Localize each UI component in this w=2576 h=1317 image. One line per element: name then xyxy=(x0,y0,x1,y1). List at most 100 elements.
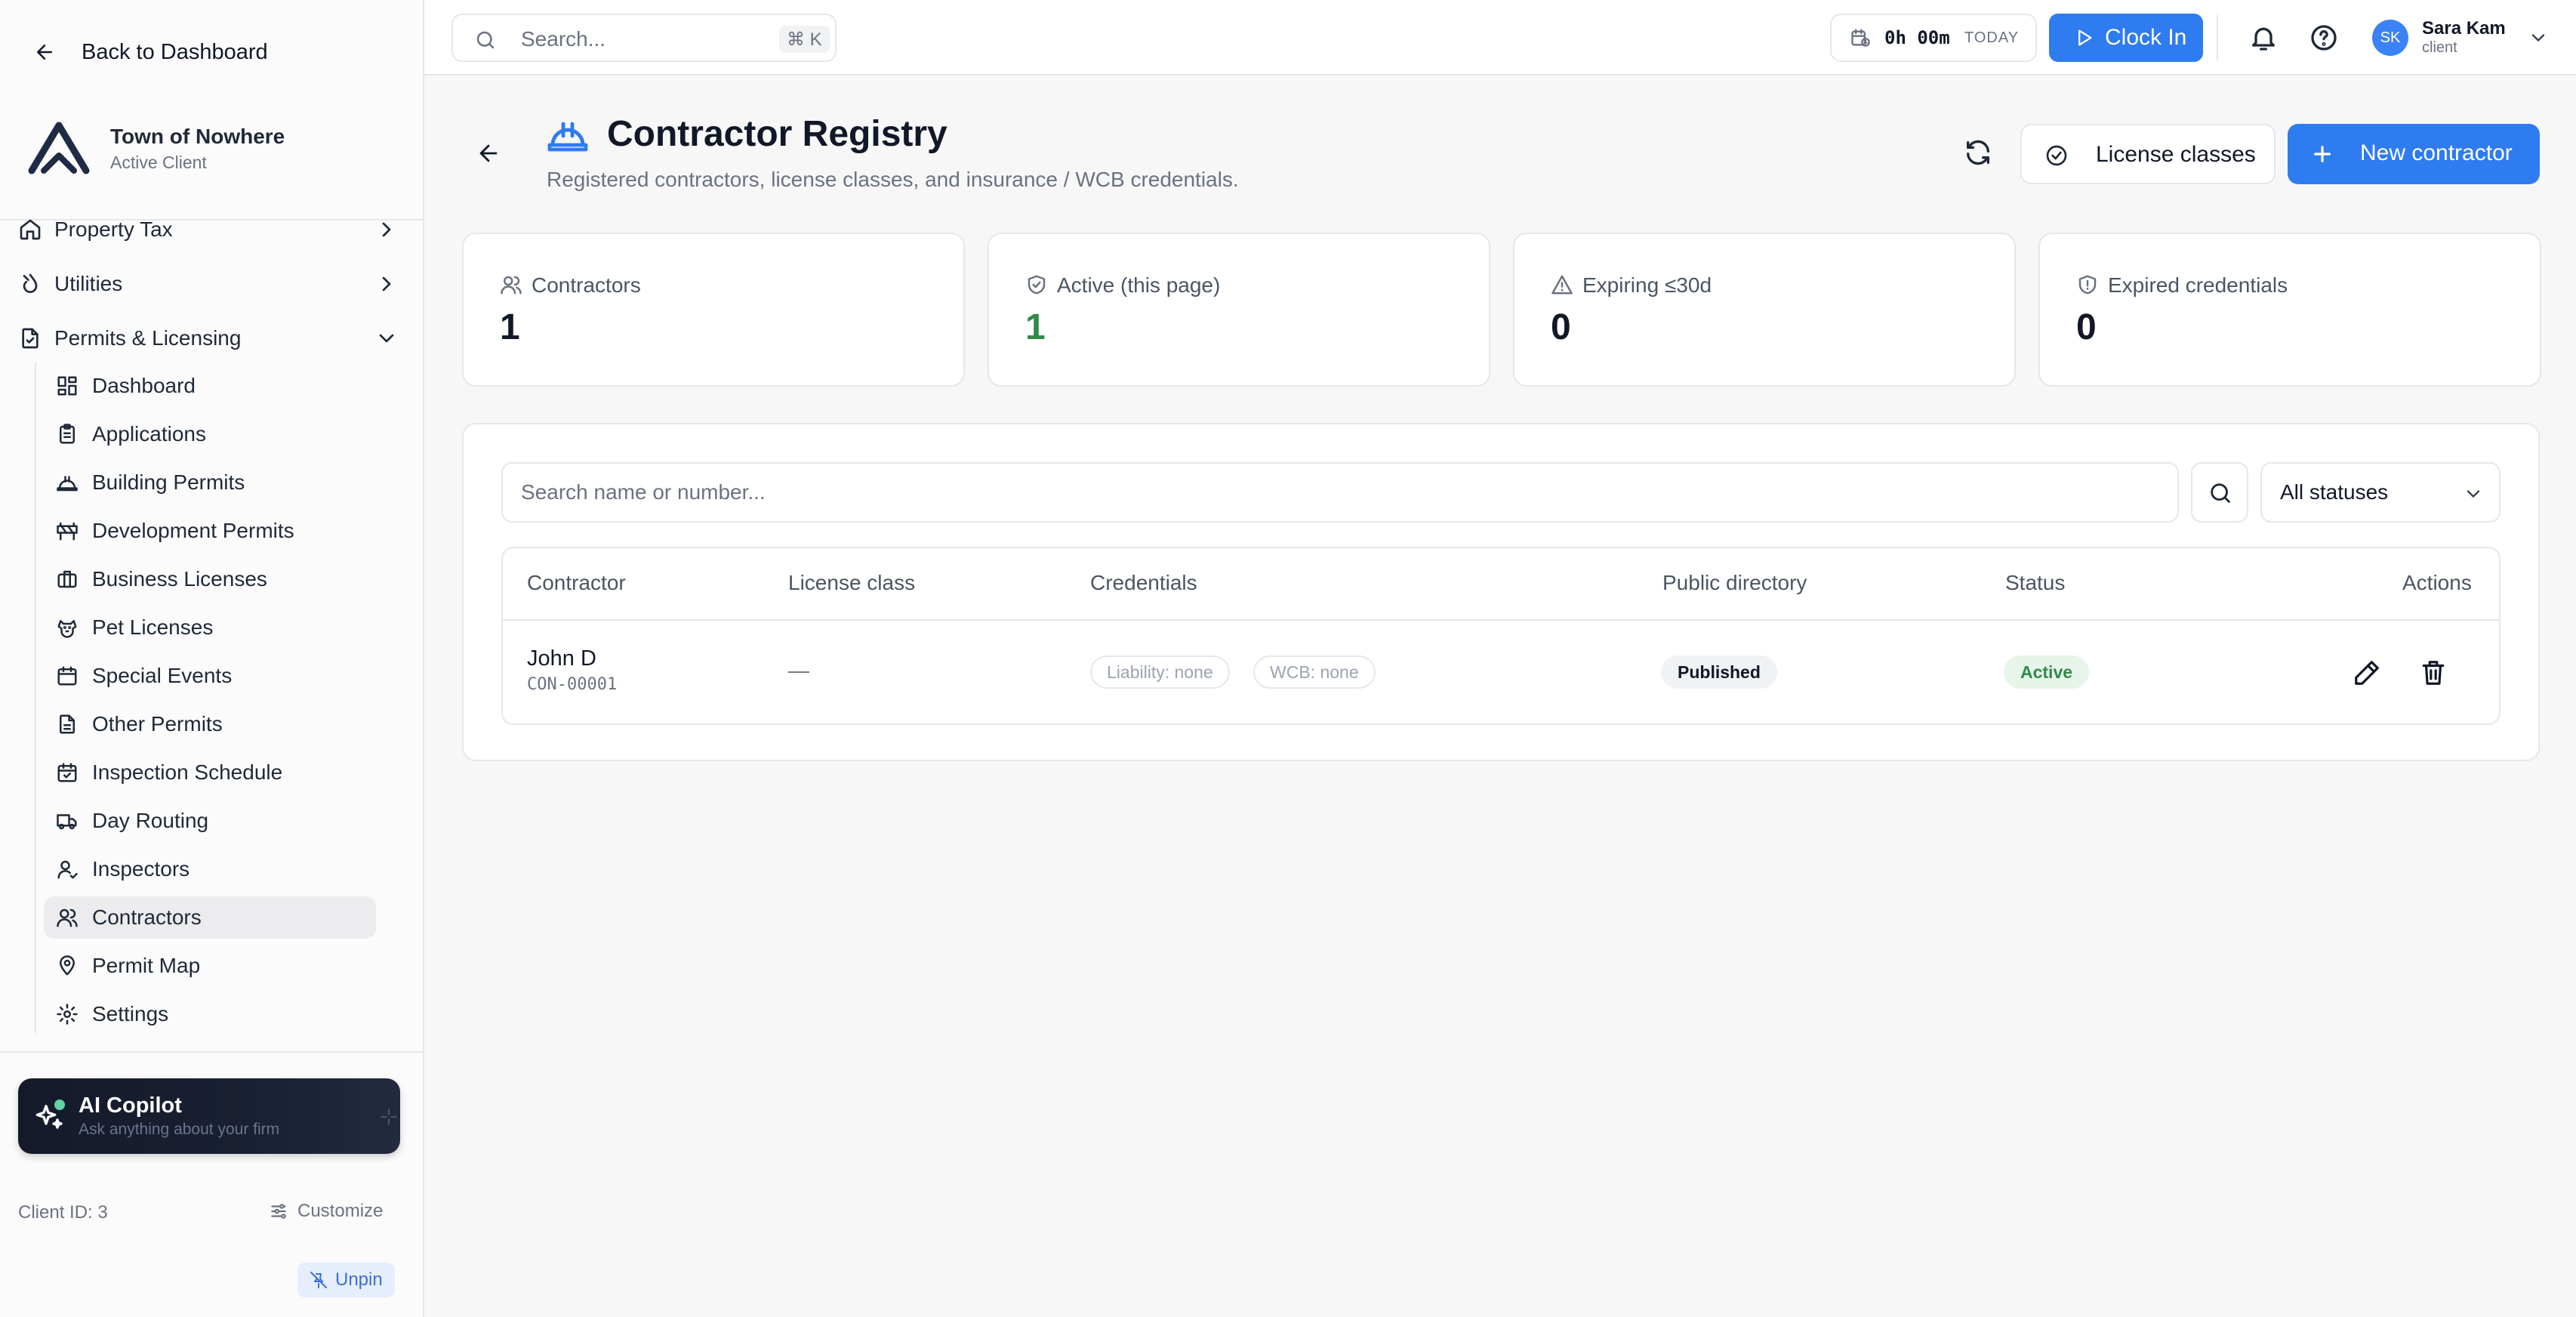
chevron-down-icon[interactable] xyxy=(2528,27,2549,48)
file-check-icon xyxy=(22,328,39,349)
pin-off-icon xyxy=(310,1272,327,1288)
submenu-rail xyxy=(35,362,36,1033)
nav-group-utilities[interactable]: Utilities xyxy=(0,262,423,306)
top-bar: Search... ⌘ K 0h 00m TODAY Clock In SK S… xyxy=(424,0,2576,76)
stat-card-contractors: Contractors 1 xyxy=(462,233,965,387)
sidebar-item-permit-map[interactable]: Permit Map xyxy=(44,945,376,987)
sidebar-item-settings[interactable]: Settings xyxy=(44,993,376,1035)
avatar[interactable]: SK xyxy=(2372,20,2408,56)
stat-label: Expiring ≤30d xyxy=(1582,273,1712,297)
sidebar-item-special-events[interactable]: Special Events xyxy=(44,655,376,697)
copilot-title: AI Copilot xyxy=(79,1093,182,1118)
sidebar-item-development-permits[interactable]: Development Permits xyxy=(44,510,376,552)
customize-button[interactable]: Customize xyxy=(269,1201,383,1222)
sidebar-item-label: Day Routing xyxy=(92,809,209,832)
table-row[interactable]: John D CON-00001 — Liability: none WCB: … xyxy=(503,621,2499,723)
liability-credential-chip: Liability: none xyxy=(1090,655,1230,689)
edit-icon[interactable] xyxy=(2353,658,2381,687)
help-icon[interactable] xyxy=(2309,23,2339,53)
license-classes-label: License classes xyxy=(2096,142,2256,167)
global-search-input[interactable]: Search... ⌘ K xyxy=(451,14,837,62)
time-tracker[interactable]: 0h 00m TODAY xyxy=(1830,14,2037,62)
user-check-icon xyxy=(57,860,78,879)
sidebar-item-label: Other Permits xyxy=(92,712,223,736)
stat-card-active: Active (this page) 1 xyxy=(988,233,1490,387)
back-to-dashboard-link[interactable]: Back to Dashboard xyxy=(33,33,268,71)
client-id: Client ID: 3 xyxy=(18,1202,108,1223)
file-icon xyxy=(60,714,75,734)
gear-icon xyxy=(57,1004,78,1025)
sidebar-item-inspectors[interactable]: Inspectors xyxy=(44,848,376,890)
ai-copilot-button[interactable]: AI Copilot Ask anything about your firm xyxy=(18,1078,400,1154)
sidebar-item-pet-licenses[interactable]: Pet Licenses xyxy=(44,606,376,649)
sidebar-item-contractors[interactable]: Contractors xyxy=(44,896,376,939)
sidebar-item-day-routing[interactable]: Day Routing xyxy=(44,800,376,842)
chevron-down-icon xyxy=(2467,490,2480,498)
clipboard-icon xyxy=(60,424,75,444)
page-title: Contractor Registry xyxy=(607,114,948,154)
stat-value: 0 xyxy=(2076,307,2097,347)
search-placeholder: Search... xyxy=(521,27,606,51)
shield-check-icon xyxy=(1028,275,1046,295)
contractors-table: Contractor License class Credentials Pub… xyxy=(501,547,2501,725)
sidebar-item-other-permits[interactable]: Other Permits xyxy=(44,703,376,745)
sidebar-item-building-permits[interactable]: Building Permits xyxy=(44,461,376,504)
status-filter-select[interactable]: All statuses xyxy=(2260,462,2501,523)
status-badge: Active xyxy=(2004,655,2090,689)
sidebar-item-label: Building Permits xyxy=(92,470,245,494)
hard-hat-icon xyxy=(57,476,78,492)
map-pin-icon xyxy=(60,955,75,976)
stat-card-expired: Expired credentials 0 xyxy=(2038,233,2541,387)
unpin-button[interactable]: Unpin xyxy=(297,1263,395,1297)
clock-in-button[interactable]: Clock In xyxy=(2049,14,2203,62)
stat-value: 1 xyxy=(500,307,520,347)
back-to-dashboard-label: Back to Dashboard xyxy=(82,39,268,64)
refresh-icon[interactable] xyxy=(1963,137,1993,168)
chevron-right-icon xyxy=(382,276,391,291)
bell-icon[interactable] xyxy=(2248,23,2279,53)
calendar-clock-icon xyxy=(1851,29,1870,47)
back-arrow-icon[interactable] xyxy=(476,140,501,166)
directory-badge: Published xyxy=(1661,655,1777,689)
warning-icon xyxy=(1551,275,1573,295)
contractor-search-input[interactable]: Search name or number... xyxy=(501,462,2179,523)
timer-label: TODAY xyxy=(1964,29,2020,46)
sidebar-item-label: Dashboard xyxy=(92,374,196,397)
sidebar-item-label: Inspection Schedule xyxy=(92,760,283,784)
table-header: Contractor License class Credentials Pub… xyxy=(503,548,2499,621)
nav-group-property-tax[interactable]: Property Tax xyxy=(0,208,423,251)
column-header-actions: Actions xyxy=(2402,571,2472,594)
stat-value: 1 xyxy=(1025,307,1046,347)
sidebar-item-dashboard[interactable]: Dashboard xyxy=(44,365,376,407)
sidebar-item-inspection-schedule[interactable]: Inspection Schedule xyxy=(44,751,376,794)
sidebar-item-label: Settings xyxy=(92,1002,169,1026)
stat-label: Contractors xyxy=(532,273,641,297)
chevron-right-icon xyxy=(382,222,391,237)
search-button[interactable] xyxy=(2191,462,2248,523)
trash-icon[interactable] xyxy=(2419,658,2448,687)
contractor-number: CON-00001 xyxy=(527,675,618,694)
clock-in-label: Clock In xyxy=(2105,25,2187,50)
calendar-check-icon xyxy=(57,763,77,782)
sidebar: Back to Dashboard Town of Nowhere Active… xyxy=(0,0,424,1317)
users-icon xyxy=(501,276,522,295)
arrow-left-icon xyxy=(37,45,52,60)
status-filter-value: All statuses xyxy=(2280,480,2389,504)
utilities-icon xyxy=(23,273,38,293)
contractors-panel: Search name or number... All statuses Co… xyxy=(462,423,2540,761)
sidebar-item-business-licenses[interactable]: Business Licenses xyxy=(44,558,376,600)
sidebar-item-applications[interactable]: Applications xyxy=(44,413,376,455)
briefcase-icon xyxy=(57,570,77,588)
search-icon xyxy=(476,31,495,49)
nav-group-label: Permits & Licensing xyxy=(54,326,242,350)
stat-label: Expired credentials xyxy=(2108,273,2288,297)
wcb-credential-chip: WCB: none xyxy=(1253,655,1376,689)
license-class-value: — xyxy=(788,658,809,682)
sidebar-item-label: Contractors xyxy=(92,905,202,929)
new-contractor-button[interactable]: New contractor xyxy=(2288,124,2540,184)
sliders-icon xyxy=(271,1204,286,1219)
org-name: Town of Nowhere xyxy=(110,125,285,148)
license-classes-button[interactable]: License classes xyxy=(2020,124,2276,184)
nav-group-permits-licensing[interactable]: Permits & Licensing xyxy=(0,316,423,360)
sidebar-item-label: Applications xyxy=(92,422,206,446)
